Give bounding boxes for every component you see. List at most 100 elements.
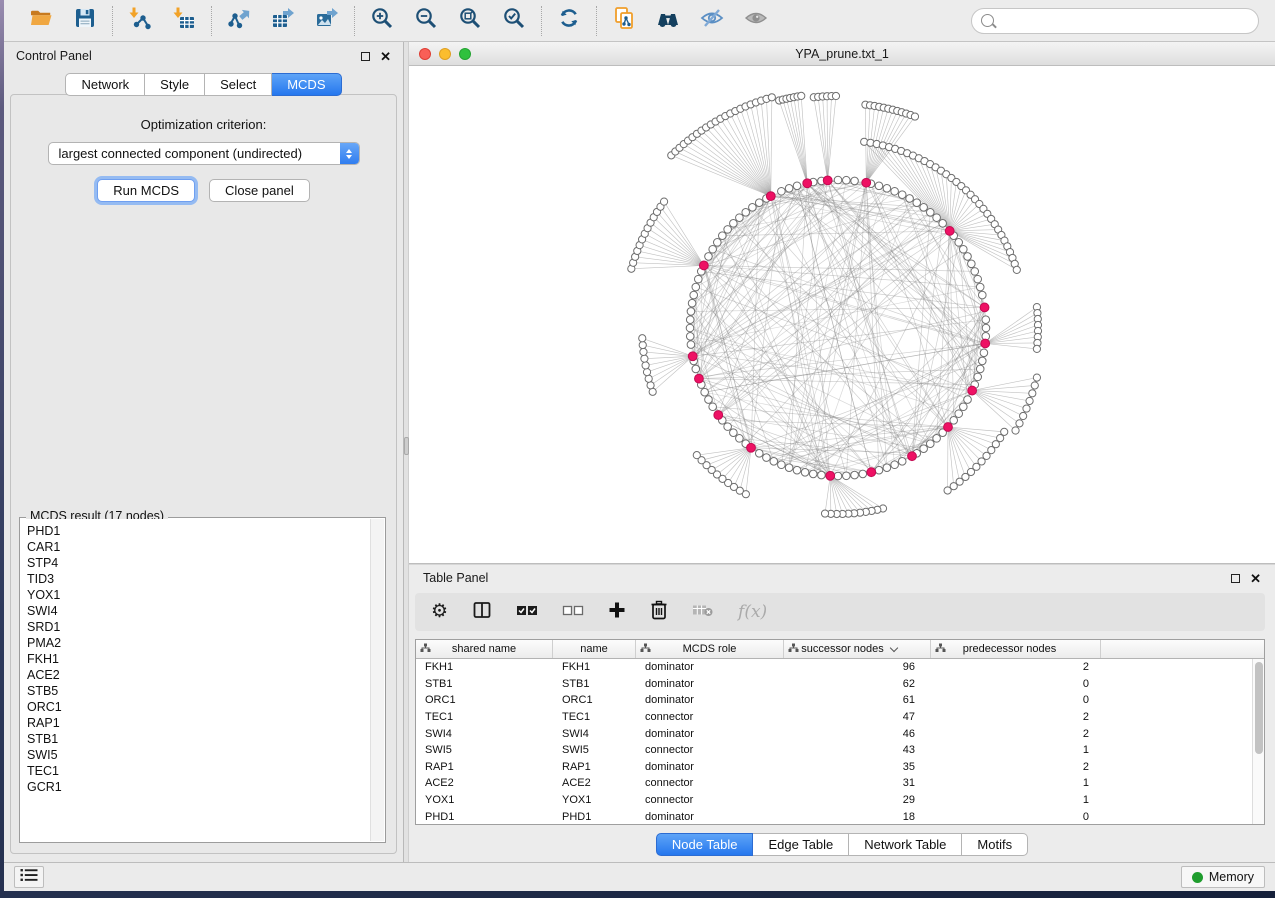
copy-network-button[interactable] — [611, 8, 637, 34]
column-type-icon — [420, 643, 431, 656]
zoom-selected-button[interactable] — [501, 8, 527, 34]
mcds-node-item[interactable]: FKH1 — [27, 651, 370, 667]
table-scrollbar[interactable] — [1252, 659, 1264, 824]
tab-style[interactable]: Style — [145, 73, 205, 96]
mcds-result-list[interactable]: PHD1CAR1STP4TID3YOX1SWI4SRD1PMA2FKH1ACE2… — [21, 519, 370, 841]
save-button[interactable] — [72, 8, 98, 34]
export-network-button[interactable] — [226, 8, 252, 34]
column-header-shared-name[interactable]: shared name — [416, 640, 553, 658]
float-panel-icon[interactable] — [361, 52, 370, 61]
table-row[interactable]: SWI4SWI4dominator462 — [416, 725, 1252, 742]
export-table-button[interactable] — [270, 8, 296, 34]
float-table-panel-icon[interactable] — [1231, 574, 1240, 583]
mcds-node-item[interactable]: ACE2 — [27, 667, 370, 683]
mcds-node-item[interactable]: STP4 — [27, 555, 370, 571]
export-image-button[interactable] — [314, 8, 340, 34]
table-settings-button[interactable]: ⚙ — [431, 600, 448, 624]
refresh-button[interactable] — [556, 8, 582, 34]
column-type-icon — [935, 643, 946, 656]
table-row[interactable]: STB1STB1dominator620 — [416, 676, 1252, 693]
column-header-successor-nodes[interactable]: successor nodes — [784, 640, 931, 658]
mcds-node-item[interactable]: TID3 — [27, 571, 370, 587]
plus-icon — [608, 601, 626, 624]
zoom-out-button[interactable] — [413, 8, 439, 34]
close-table-panel-icon[interactable]: ✕ — [1250, 574, 1261, 583]
column-header-predecessor-nodes[interactable]: predecessor nodes — [931, 640, 1101, 658]
tab-network-table[interactable]: Network Table — [849, 833, 962, 856]
tab-edge-table[interactable]: Edge Table — [753, 833, 849, 856]
mcds-node-item[interactable]: YOX1 — [27, 587, 370, 603]
table-cell: dominator — [636, 728, 784, 740]
table-cell: connector — [636, 711, 784, 723]
tab-select[interactable]: Select — [205, 73, 272, 96]
mcds-node-item[interactable]: PHD1 — [27, 523, 370, 539]
column-header-filler — [1101, 640, 1264, 658]
search-input[interactable] — [1000, 13, 1249, 28]
unselect-all-button[interactable] — [562, 600, 584, 624]
close-panel-button[interactable]: Close panel — [209, 179, 310, 202]
function-builder-button[interactable]: f(x) — [738, 600, 767, 624]
table-row[interactable]: PHD1PHD1dominator180 — [416, 808, 1252, 824]
mcds-node-item[interactable]: PMA2 — [27, 635, 370, 651]
import-table-button[interactable] — [171, 8, 197, 34]
mcds-node-item[interactable]: SWI4 — [27, 603, 370, 619]
tab-node-table[interactable]: Node Table — [656, 833, 754, 856]
mcds-node-item[interactable]: TEC1 — [27, 763, 370, 779]
table-cell: 29 — [784, 794, 931, 806]
table-row[interactable]: SWI5SWI5connector431 — [416, 742, 1252, 759]
table-cell: 2 — [931, 761, 1101, 773]
show-all-button[interactable] — [743, 8, 769, 34]
table-cell: FKH1 — [553, 661, 636, 673]
tab-network[interactable]: Network — [65, 73, 145, 96]
task-history-button[interactable] — [14, 866, 44, 888]
copy-network-icon — [612, 6, 636, 35]
unselect-all-icon — [562, 602, 584, 623]
mcds-node-item[interactable]: STB5 — [27, 683, 370, 699]
select-all-button[interactable] — [516, 600, 538, 624]
network-view[interactable] — [409, 66, 1275, 563]
table-row[interactable]: YOX1YOX1connector291 — [416, 792, 1252, 809]
run-mcds-button[interactable]: Run MCDS — [97, 179, 195, 202]
delete-button[interactable] — [650, 600, 668, 624]
show-columns-button[interactable] — [472, 600, 492, 624]
column-header-mcds-role[interactable]: MCDS role — [636, 640, 784, 658]
mcds-node-item[interactable]: SWI5 — [27, 747, 370, 763]
search-area — [971, 8, 1259, 34]
delete-table-button[interactable] — [692, 600, 714, 624]
table-cell: 1 — [931, 794, 1101, 806]
mcds-node-item[interactable]: RAP1 — [27, 715, 370, 731]
tab-motifs[interactable]: Motifs — [962, 833, 1028, 856]
table-cell: FKH1 — [416, 661, 553, 673]
criterion-dropdown[interactable]: largest connected component (undirected) — [48, 142, 360, 165]
tab-mcds[interactable]: MCDS — [272, 73, 341, 96]
mcds-node-item[interactable]: CAR1 — [27, 539, 370, 555]
mcds-node-item[interactable]: STB1 — [27, 731, 370, 747]
export-image-icon — [315, 6, 339, 35]
table-cell: 1 — [931, 777, 1101, 789]
search-all-networks-button[interactable] — [655, 8, 681, 34]
table-row[interactable]: RAP1RAP1dominator352 — [416, 759, 1252, 776]
mcds-list-scrollbar[interactable] — [370, 519, 384, 841]
add-column-button[interactable] — [608, 600, 626, 624]
table-row[interactable]: TEC1TEC1connector472 — [416, 709, 1252, 726]
columns-icon — [472, 600, 492, 625]
table-cell: PHD1 — [416, 811, 553, 823]
table-row[interactable]: ORC1ORC1dominator610 — [416, 692, 1252, 709]
memory-button[interactable]: Memory — [1181, 866, 1265, 888]
network-search-box[interactable] — [971, 8, 1259, 34]
table-cell: 62 — [784, 678, 931, 690]
zoom-fit-button[interactable] — [457, 8, 483, 34]
table-cell: connector — [636, 744, 784, 756]
mcds-node-item[interactable]: ORC1 — [27, 699, 370, 715]
mcds-node-item[interactable]: SRD1 — [27, 619, 370, 635]
import-network-button[interactable] — [127, 8, 153, 34]
table-scrollbar-thumb[interactable] — [1255, 662, 1263, 754]
column-header-name[interactable]: name — [553, 640, 636, 658]
table-row[interactable]: ACE2ACE2connector311 — [416, 775, 1252, 792]
table-row[interactable]: FKH1FKH1dominator962 — [416, 659, 1252, 676]
open-button[interactable] — [28, 8, 54, 34]
mcds-node-item[interactable]: GCR1 — [27, 779, 370, 795]
close-panel-icon[interactable]: ✕ — [380, 52, 391, 61]
zoom-in-button[interactable] — [369, 8, 395, 34]
hide-selected-button[interactable] — [699, 8, 725, 34]
